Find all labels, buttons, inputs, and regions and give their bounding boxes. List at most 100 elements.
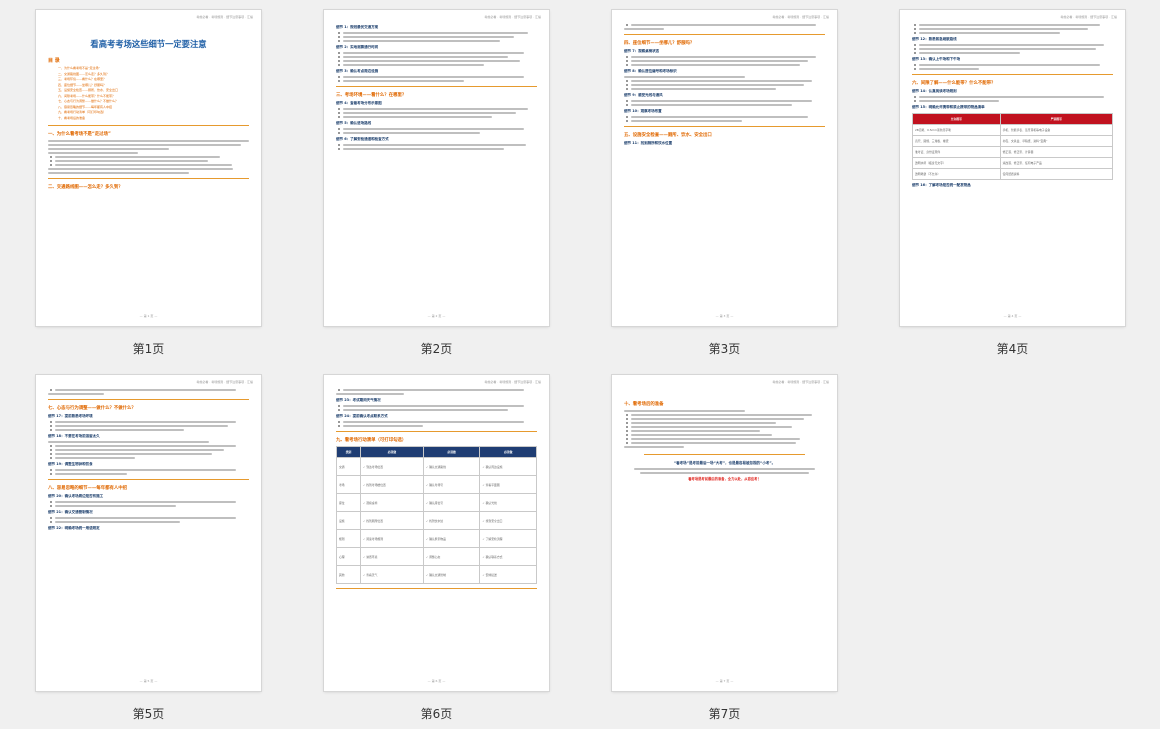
bullet-line — [914, 52, 1020, 54]
text-line — [48, 441, 209, 443]
page-preview[interactable]: 考前必看 · 考场规则 · 细节注意事项 · 汇编 细节 23：考试期间天气情况… — [324, 375, 549, 691]
page-preview[interactable]: 考前必看 · 考场规则 · 细节注意事项 · 汇编 看高考考场这些细节一定要注意… — [36, 10, 261, 326]
section-heading: 八、容易忽略的细节——每年都有人中招 — [48, 486, 128, 491]
page-preview[interactable]: 考前必看 · 考场规则 · 细节注意事项 · 汇编 四、座位细节——坐哪儿？舒服… — [612, 10, 837, 326]
bullet-line — [50, 453, 212, 455]
text-line — [48, 168, 233, 170]
detail-heading: 细节 22：明确考场统一用语规定 — [48, 526, 100, 530]
table-header: 必须做 — [479, 446, 537, 458]
table-cell: 设施 — [336, 511, 361, 530]
section-heading: 九、看考场行动清单（可打印勾选） — [336, 438, 407, 443]
closing-callout: “看考场”是考前最后一场“大考”，也是最容易被忽视的“小考”。 — [673, 461, 776, 465]
bullet-line — [913, 100, 1000, 102]
page-preview[interactable]: 考前必看 · 考场规则 · 细节注意事项 · 汇编 七、心态与行为调整——做什么… — [36, 375, 261, 691]
text-line — [336, 393, 405, 395]
detail-heading: 细节 8：确认座位编号和考场标识 — [624, 69, 677, 73]
page-header: 考前必看 · 考场规则 · 细节注意事项 · 汇编 — [484, 15, 541, 19]
page-footer: — 第 1 页 — — [139, 314, 158, 318]
bullet-line — [914, 64, 1100, 66]
bullet-line — [626, 442, 796, 444]
bullet-line — [50, 521, 180, 523]
detail-heading: 细节 14：认真阅读考场规则 — [912, 89, 957, 93]
bullet-line — [49, 473, 128, 475]
table-row: 心理 ✓ 熟悉环境 ✓ 调整心态 ✓ 确认联系方式 — [336, 547, 537, 566]
table-cell: 书包、文具盒、草稿纸、资料“宝典” — [999, 135, 1114, 147]
page-preview[interactable]: 考前必看 · 考场规则 · 细节注意事项 · 汇编 细节 1：规划最优交通方案 … — [324, 10, 549, 326]
table-cell: 规则 — [336, 529, 361, 548]
bullet-line — [338, 40, 500, 42]
table-cell: ✓ 找到饮水处 — [422, 511, 481, 530]
bullet-line — [50, 421, 236, 423]
detail-heading: 细节 3：确认考点周边设施 — [336, 69, 379, 73]
page-footer: — 第 4 页 — — [1003, 314, 1022, 318]
text-line — [640, 472, 809, 474]
table-cell: ✓ 确认光线 — [479, 493, 537, 512]
bullet-line — [626, 422, 776, 424]
page-preview[interactable]: 考前必看 · 考场规则 · 细节注意事项 · 汇编 十、看考场后的准备 “看考场… — [612, 375, 837, 691]
table-cell: 准考证、身份证原件 — [912, 146, 1001, 158]
bullet-line — [338, 80, 464, 82]
section-divider — [48, 178, 249, 179]
detail-heading: 细节 19：调整生物钟和饮食 — [48, 462, 93, 466]
table-cell: 座位 — [336, 493, 361, 512]
toc-heading: 目 录 — [48, 58, 60, 64]
table-cell: ✓ 确认周边设施 — [479, 457, 537, 476]
bullet-line — [50, 389, 236, 391]
detail-heading: 细节 12：熟悉紧急疏散路线 — [912, 37, 957, 41]
bullet-line — [49, 457, 136, 459]
detail-heading: 细节 15：明确允许携带和禁止携带的物品清单 — [912, 105, 985, 109]
text-line — [48, 393, 105, 395]
table-cell: 修正液、修正带、计算器 — [999, 146, 1114, 158]
detail-heading: 细节 21：确认交通管制情况 — [48, 510, 93, 514]
bullet-line — [626, 84, 804, 86]
table-cell: 透明水杯（瓶身无文字） — [912, 157, 1001, 169]
section-heading: 四、座位细节——坐哪儿？舒服吗？ — [624, 41, 695, 46]
table-row: 其他 ✓ 查看天气 ✓ 确认交通管制 ✓ 安排接送 — [336, 565, 537, 584]
bullet-line — [50, 505, 176, 507]
table-row: 直尺、圆规、三角板、橡皮 书包、文具盒、草稿纸、资料“宝典” — [912, 135, 1114, 147]
page-footer: — 第 6 页 — — [427, 679, 446, 683]
table-cell: 任何纸质资料 — [999, 168, 1114, 180]
page-caption: 第7页 — [708, 707, 741, 721]
page-preview[interactable]: 考前必看 · 考场规则 · 细节注意事项 · 汇编 细节 12：熟悉紧急疏散路线… — [900, 10, 1125, 326]
table-cell: ✓ 熟悉环境 — [359, 547, 424, 566]
bullet-line — [913, 68, 980, 70]
bullet-line — [338, 409, 508, 411]
section-divider — [912, 74, 1113, 75]
bullet-line — [338, 64, 484, 66]
table-header: 类别 — [336, 446, 361, 458]
table-cell: 2B铅笔、0.5mm黑色签字笔 — [912, 124, 1001, 136]
bullet-line — [914, 48, 1096, 50]
bullet-line — [338, 76, 524, 78]
table-cell: 其他 — [336, 565, 361, 584]
page-caption: 第1页 — [132, 342, 165, 356]
bullet-line — [626, 64, 800, 66]
page-header: 考前必看 · 考场规则 · 细节注意事项 · 汇编 — [484, 380, 541, 384]
thumbnail-grid: 考前必看 · 考场规则 · 细节注意事项 · 汇编 看高考考场这些细节一定要注意… — [0, 0, 1160, 729]
bullet-line — [914, 28, 1088, 30]
bullet-line — [338, 56, 508, 58]
bullet-line — [914, 24, 1100, 26]
section-divider — [624, 34, 825, 35]
bullet-line — [50, 469, 236, 471]
table-cell: 手机、智能手表、蓝牙耳机等电子设备 — [999, 124, 1114, 136]
text-line — [624, 446, 685, 448]
page-caption: 第6页 — [420, 707, 453, 721]
toc-item: 十、看考场后的准备 — [58, 115, 86, 120]
table-cell: ✓ 找到厕所位置 — [359, 511, 424, 530]
section-heading: 十、看考场后的准备 — [624, 402, 664, 407]
page-header: 考前必看 · 考场规则 · 细节注意事项 · 汇编 — [772, 380, 829, 384]
text-line — [48, 144, 241, 146]
section-divider — [624, 126, 825, 127]
text-line — [624, 28, 665, 30]
table-cell: ✓ 调整心态 — [422, 547, 481, 566]
bullet-line — [626, 418, 804, 420]
table-cell: ✓ 查看天气 — [359, 565, 424, 584]
table-cell: ✓ 确认考场号 — [422, 475, 481, 494]
table-cell: ✓ 找到安全出口 — [479, 511, 537, 530]
detail-heading: 细节 24：提前确认考点联系方式 — [336, 414, 388, 418]
page-header: 考前必看 · 考场规则 · 细节注意事项 · 汇编 — [196, 380, 253, 384]
section-divider — [48, 479, 249, 480]
table-cell: ✓ 查看平面图 — [479, 475, 537, 494]
closing-message: 看考场是考前最后的准备，全力以赴，从容应考！ — [688, 477, 761, 481]
